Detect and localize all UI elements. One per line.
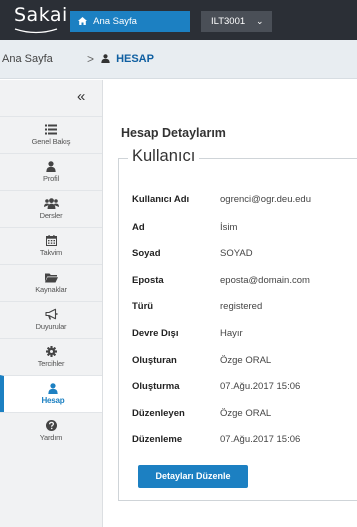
detail-value: 07.Ağu.2017 15:06 [220,434,301,445]
breadcrumb-separator: > [87,52,95,66]
sidebar-item-label: Takvim [39,248,63,257]
tool-menu: Genel Bakış Profil Dersler Takvim Kaynak… [0,116,102,449]
top-navigation-bar: Sakai Ana Sayfa ILT3001 ⌄ [0,0,357,40]
folder-icon [44,273,58,283]
bullhorn-icon [44,308,58,320]
question-icon [45,420,57,431]
edit-details-button[interactable]: Detayları Düzenle [138,465,248,488]
user-icon [101,54,110,63]
detail-key: Eposta [132,275,164,286]
detail-key: Soyad [132,248,161,259]
detail-value: 07.Ağu.2017 15:06 [220,381,301,392]
detail-key: Düzenleme [132,434,183,445]
detail-key: Türü [132,301,154,312]
course-site-label: ILT3001 [211,16,246,27]
sidebar-item-label: Genel Bakış [31,137,71,146]
detail-key: Ad [132,222,145,233]
calendar-icon [45,235,57,246]
sidebar-item-genel-bakis[interactable]: Genel Bakış [0,116,102,153]
logo-swoosh-icon [14,28,58,34]
detail-value: registered [220,301,263,312]
detail-value: İsim [220,222,238,233]
home-icon [78,17,87,25]
sidebar-item-dersler[interactable]: Dersler [0,190,102,227]
sidebar-item-label: Kaynaklar [35,285,67,294]
detail-key: Devre Dışı [132,328,179,339]
detail-value: SOYAD [220,248,253,259]
detail-value: Hayır [220,328,243,339]
sidebar-item-tercihler[interactable]: Tercihler [0,338,102,375]
tool-sidebar: « Genel Bakış Profil Dersler Takvim Kayn… [0,80,103,527]
sidebar-item-label: Hesap [41,396,65,405]
sidebar-item-label: Tercihler [37,359,65,368]
page-title: Hesap Detaylarım [121,126,226,140]
breadcrumb: Ana Sayfa > HESAP [0,40,357,79]
detail-value: eposta@domain.com [220,275,310,286]
breadcrumb-home-link[interactable]: Ana Sayfa [2,53,53,65]
sidebar-item-label: Yardım [39,433,63,442]
detail-key: Oluşturma [132,381,180,392]
user-icon [48,383,58,394]
sidebar-item-label: Dersler [39,211,63,220]
course-site-tab[interactable]: ILT3001 ⌄ [201,11,272,32]
sidebar-item-kaynaklar[interactable]: Kaynaklar [0,264,102,301]
detail-value: Özge ORAL [220,355,272,366]
sidebar-item-duyurular[interactable]: Duyurular [0,301,102,338]
list-icon [45,124,57,135]
user-icon [46,161,56,172]
detail-value: Özge ORAL [220,408,272,419]
breadcrumb-current: HESAP [101,53,154,65]
sidebar-item-label: Duyurular [35,322,67,331]
sidebar-item-yardim[interactable]: Yardım [0,412,102,449]
home-site-tab[interactable]: Ana Sayfa [70,11,190,32]
detail-key: Düzenleyen [132,408,185,419]
chevron-down-icon: ⌄ [256,16,264,26]
detail-value: ogrenci@ogr.deu.edu [220,194,311,205]
fieldset-legend: Kullanıcı [128,147,200,166]
home-site-label: Ana Sayfa [93,16,137,27]
sidebar-item-takvim[interactable]: Takvim [0,227,102,264]
sidebar-item-profil[interactable]: Profil [0,153,102,190]
detail-key: Kullanıcı Adı [132,194,190,205]
users-icon [43,198,59,209]
sakai-logo[interactable]: Sakai [14,4,68,26]
sidebar-item-label: Profil [43,174,59,183]
sidebar-item-hesap[interactable]: Hesap [0,375,102,412]
breadcrumb-current-label: HESAP [116,53,154,65]
gear-icon [45,346,57,357]
collapse-sidebar-icon[interactable]: « [77,88,85,105]
detail-key: Oluşturan [132,355,177,366]
